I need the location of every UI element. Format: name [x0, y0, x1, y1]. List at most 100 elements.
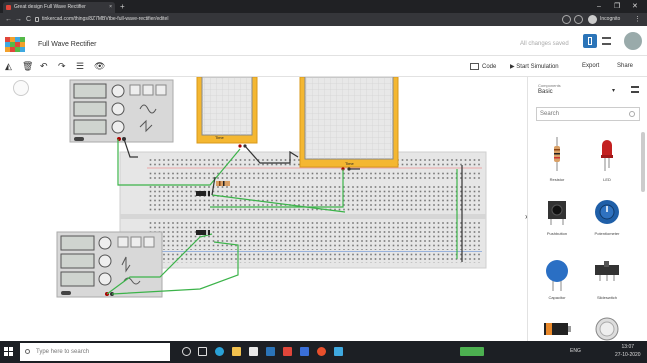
tab-close-button[interactable]: × — [109, 2, 112, 13]
start-simulation-label: Start Simulation — [516, 64, 559, 70]
file-explorer-icon[interactable] — [232, 347, 241, 356]
function-generator-top[interactable] — [69, 79, 174, 143]
incognito-icon — [588, 15, 597, 24]
component-coin-cell[interactable] — [586, 317, 628, 341]
search-icon — [25, 349, 30, 354]
reload-button[interactable]: C — [26, 13, 31, 26]
slideswitch-icon — [595, 261, 619, 281]
task-view-icon[interactable] — [198, 347, 207, 356]
windows-start-icon[interactable] — [4, 347, 14, 357]
component-label: Pushbutton — [546, 231, 568, 236]
potentiometer-icon — [595, 200, 619, 224]
redo-icon[interactable]: ↷ — [58, 61, 66, 71]
notes-icon[interactable]: ☰ — [76, 61, 84, 71]
component-label: Slideswitch — [596, 295, 617, 300]
start-simulation-button[interactable]: ▶ Start Simulation — [510, 63, 559, 70]
minimize-button[interactable]: – — [597, 0, 601, 13]
code-button[interactable]: Code — [470, 63, 496, 70]
browser-tab[interactable]: Great design Full Wave Rectifier × — [3, 2, 115, 13]
chevron-down-icon[interactable]: ▾ — [612, 87, 615, 94]
led-icon — [601, 140, 613, 171]
component-label: LED — [603, 177, 611, 182]
undo-icon[interactable]: ↶ — [40, 61, 48, 71]
component-pushbutton[interactable]: Pushbutton — [536, 199, 578, 236]
components-label: Components — [538, 83, 561, 88]
coin-cell-icon — [595, 317, 619, 341]
circuit-view-icon — [588, 37, 592, 45]
tab-title: Great design Full Wave Rectifier — [14, 4, 86, 10]
battery-status-icon[interactable] — [460, 347, 484, 356]
component-battery[interactable] — [536, 321, 578, 337]
code-icon — [470, 63, 479, 70]
incognito-label: Incognito — [600, 16, 621, 22]
project-title[interactable]: Full Wave Rectifier — [38, 41, 96, 48]
office-icon[interactable] — [283, 347, 292, 356]
function-generator-bottom[interactable] — [56, 231, 163, 298]
new-tab-button[interactable]: + — [120, 0, 125, 13]
component-resistor[interactable]: Resistor — [536, 137, 578, 182]
resistor-icon — [554, 137, 560, 171]
url-text: tinkercad.com/things/8Z7MBVtbe-full-wave… — [42, 16, 169, 22]
search-icon — [629, 111, 635, 117]
scope-right-label: Time — [345, 161, 354, 166]
component-capacitor[interactable]: Capacitor — [536, 259, 578, 300]
export-button[interactable]: Export — [582, 63, 599, 69]
language-indicator[interactable]: ENG — [570, 347, 581, 356]
windows-taskbar: Type here to search ENG 13:07 27-10-2020 — [0, 341, 647, 363]
capacitor-icon — [546, 260, 568, 291]
forward-button[interactable]: → — [15, 13, 22, 26]
chrome-icon[interactable] — [317, 347, 326, 356]
scope-left-label: Time — [215, 135, 224, 140]
components-select[interactable]: Basic — [538, 89, 553, 95]
list-view-button[interactable] — [602, 37, 611, 45]
url-field[interactable]: tinkercad.com/things/8Z7MBVtbe-full-wave… — [34, 14, 532, 25]
key-icon[interactable] — [562, 15, 571, 24]
lock-icon — [35, 17, 39, 22]
tinkercad-favicon-icon — [6, 5, 11, 10]
word-icon[interactable] — [300, 347, 309, 356]
taskbar-search-input[interactable]: Type here to search — [20, 343, 170, 361]
cortana-icon[interactable] — [182, 347, 191, 356]
app-icon[interactable] — [334, 347, 343, 356]
components-panel: Components Basic ▾ Search Resistor LED P… — [527, 77, 647, 341]
save-status: All changes saved — [520, 41, 569, 47]
taskbar-clock[interactable]: 13:07 27-10-2020 — [615, 343, 641, 359]
clock-date: 27-10-2020 — [615, 352, 641, 358]
star-icon[interactable] — [574, 15, 583, 24]
code-label: Code — [482, 64, 497, 71]
component-led[interactable]: LED — [586, 137, 628, 182]
search-input[interactable]: Search — [536, 107, 640, 121]
back-button[interactable]: ← — [5, 13, 12, 26]
oscilloscope-left[interactable] — [196, 77, 258, 148]
component-slideswitch[interactable]: Slideswitch — [586, 259, 628, 300]
circuit-drawing — [56, 77, 487, 298]
delete-icon[interactable]: 🗑 — [22, 61, 33, 71]
mail-icon[interactable] — [266, 347, 275, 356]
store-icon[interactable] — [249, 347, 258, 356]
rotate-icon[interactable]: ◭ — [5, 61, 12, 71]
app-header: Full Wave Rectifier All changes saved — [0, 26, 647, 56]
component-label: Capacitor — [548, 295, 566, 300]
share-button[interactable]: Share — [617, 63, 633, 69]
pushbutton-icon — [548, 201, 566, 225]
menu-icon[interactable]: ⋮ — [634, 13, 641, 26]
edge-icon[interactable] — [215, 347, 224, 356]
list-view-icon[interactable] — [631, 86, 639, 93]
tinkercad-logo[interactable] — [5, 37, 25, 53]
oscilloscope-right[interactable] — [299, 77, 399, 171]
maximize-button[interactable]: ❐ — [614, 0, 620, 13]
battery-icon — [544, 323, 571, 335]
avatar[interactable] — [624, 32, 642, 50]
circuit-view-button[interactable] — [583, 34, 597, 48]
panel-scrollbar[interactable] — [641, 132, 645, 192]
component-potentiometer[interactable]: Potentiometer — [586, 199, 628, 236]
component-label: Resistor — [549, 177, 565, 182]
visibility-icon[interactable]: 👁 — [94, 61, 105, 71]
close-window-button[interactable]: ✕ — [632, 0, 638, 13]
breadboard[interactable] — [119, 151, 487, 269]
circuit-canvas[interactable]: Time Time — [0, 77, 523, 341]
address-bar: ← → C tinkercad.com/things/8Z7MBVtbe-ful… — [0, 13, 647, 26]
editor-toolbar: ◭ 🗑 ↶ ↷ ☰ 👁 Code ▶ Start Simulation Expo… — [0, 57, 647, 77]
search-placeholder: Search — [540, 111, 560, 117]
browser-tab-bar: Great design Full Wave Rectifier × + – ❐… — [0, 0, 647, 13]
